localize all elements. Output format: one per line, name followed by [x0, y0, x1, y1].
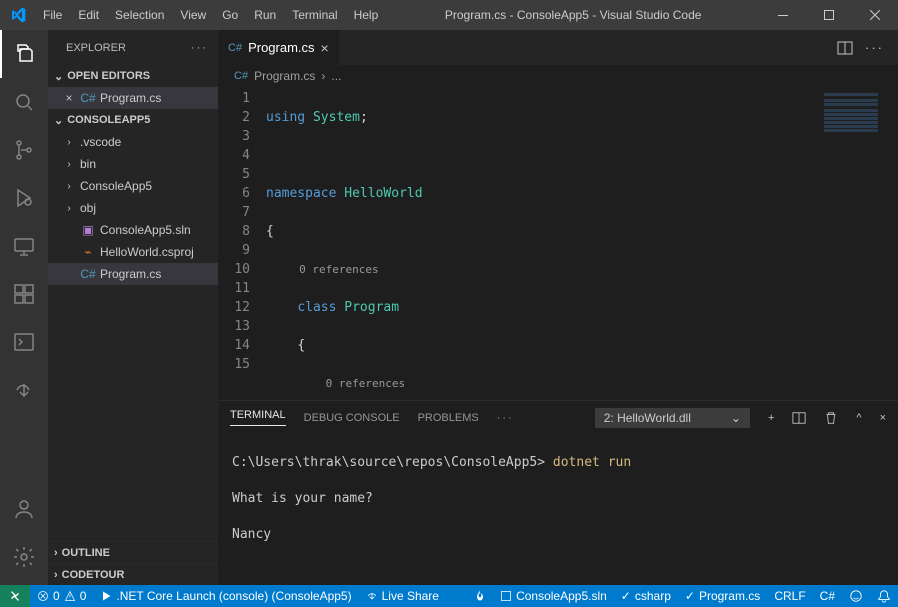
status-launch-config[interactable]: .NET Core Launch (console) (ConsoleApp5) — [93, 585, 358, 607]
status-feedback-icon[interactable] — [842, 585, 870, 607]
folder-bin[interactable]: ›bin — [48, 153, 218, 175]
settings-gear-icon[interactable] — [0, 533, 48, 581]
menu-selection[interactable]: Selection — [107, 0, 172, 30]
sidebar-title: EXPLORER — [66, 42, 126, 54]
status-bar: 0 0 .NET Core Launch (console) (ConsoleA… — [0, 585, 898, 607]
maximize-button[interactable] — [806, 0, 852, 30]
menu-bar: File Edit Selection View Go Run Terminal… — [35, 0, 386, 30]
csproj-file-icon: ⌁ — [80, 245, 96, 259]
terminal-selector[interactable]: 2: HelloWorld.dll⌄ — [595, 408, 750, 428]
editor-tabs: C# Program.cs × ··· — [218, 30, 898, 65]
split-editor-icon[interactable] — [837, 40, 853, 56]
status-notifications-icon[interactable] — [870, 585, 898, 607]
source-control-icon[interactable] — [0, 126, 48, 174]
status-sln[interactable]: ConsoleApp5.sln — [493, 585, 614, 607]
chevron-down-icon: ⌄ — [54, 114, 63, 127]
explorer-sidebar: EXPLORER ··· ⌄ OPEN EDITORS × C# Program… — [48, 30, 218, 585]
activity-bar — [0, 30, 48, 585]
csharp-file-icon: C# — [234, 70, 248, 82]
panel-tab-problems[interactable]: PROBLEMS — [418, 412, 479, 424]
status-liveshare[interactable]: Live Share — [359, 585, 446, 607]
chevron-right-icon: › — [62, 181, 76, 192]
extensions-icon[interactable] — [0, 270, 48, 318]
editor-area: C# Program.cs × ··· C# Program.cs › ... … — [218, 30, 898, 585]
menu-file[interactable]: File — [35, 0, 70, 30]
tab-programcs[interactable]: C# Program.cs × — [218, 30, 339, 65]
kill-terminal-icon[interactable] — [824, 411, 838, 425]
run-debug-icon[interactable] — [0, 174, 48, 222]
menu-edit[interactable]: Edit — [70, 0, 107, 30]
menu-go[interactable]: Go — [214, 0, 246, 30]
line-gutter: 1 2 3 4 5 6 7 8 9 10 11 12 13 14 15 — [218, 87, 266, 400]
menu-run[interactable]: Run — [246, 0, 284, 30]
outline-header[interactable]: ›OUTLINE — [48, 541, 218, 563]
status-eol[interactable]: CRLF — [767, 585, 812, 607]
chevron-right-icon: › — [62, 203, 76, 214]
close-tab-icon[interactable]: × — [321, 40, 329, 56]
bottom-panel: TERMINAL DEBUG CONSOLE PROBLEMS ··· 2: H… — [218, 400, 898, 585]
workspace-header[interactable]: ⌄ CONSOLEAPP5 — [48, 109, 218, 131]
chevron-down-icon: ⌄ — [731, 411, 741, 425]
minimize-button[interactable] — [760, 0, 806, 30]
search-icon[interactable] — [0, 78, 48, 126]
accounts-icon[interactable] — [0, 485, 48, 533]
minimap[interactable] — [818, 87, 898, 400]
close-button[interactable] — [852, 0, 898, 30]
panel-more-icon[interactable]: ··· — [497, 412, 514, 424]
sln-file-icon: ▣ — [80, 223, 96, 237]
status-language[interactable]: C# — [813, 585, 842, 607]
window-title: Program.cs - ConsoleApp5 - Visual Studio… — [386, 8, 760, 22]
file-csproj[interactable]: ⌁HelloWorld.csproj — [48, 241, 218, 263]
close-icon[interactable]: × — [62, 91, 76, 105]
chevron-right-icon: › — [54, 547, 58, 559]
share-icon[interactable] — [0, 366, 48, 414]
status-file[interactable]: ✓ Program.cs — [678, 585, 767, 607]
titlebar: File Edit Selection View Go Run Terminal… — [0, 0, 898, 30]
terminal-panel-icon[interactable] — [0, 318, 48, 366]
panel-tab-debug-console[interactable]: DEBUG CONSOLE — [304, 412, 400, 424]
chevron-right-icon: › — [62, 159, 76, 170]
menu-terminal[interactable]: Terminal — [284, 0, 345, 30]
split-terminal-icon[interactable] — [792, 411, 806, 425]
chevron-down-icon: ⌄ — [54, 70, 63, 83]
csharp-file-icon: C# — [80, 91, 96, 105]
status-csharp[interactable]: ✓ csharp — [614, 585, 678, 607]
chevron-right-icon: › — [62, 137, 76, 148]
status-errors[interactable]: 0 0 — [30, 585, 93, 607]
menu-help[interactable]: Help — [346, 0, 387, 30]
open-editor-item[interactable]: × C# Program.cs — [48, 87, 218, 109]
new-terminal-icon[interactable]: + — [768, 412, 774, 424]
codetour-header[interactable]: ›CODETOUR — [48, 563, 218, 585]
remote-explorer-icon[interactable] — [0, 222, 48, 270]
file-programcs[interactable]: C#Program.cs — [48, 263, 218, 285]
folder-vscode[interactable]: ›.vscode — [48, 131, 218, 153]
sidebar-more-icon[interactable]: ··· — [191, 42, 208, 54]
chevron-right-icon: › — [54, 569, 58, 581]
csharp-file-icon: C# — [228, 42, 242, 54]
folder-obj[interactable]: ›obj — [48, 197, 218, 219]
vscode-icon — [0, 7, 35, 23]
panel-tab-terminal[interactable]: TERMINAL — [230, 409, 286, 426]
status-flame[interactable] — [467, 585, 493, 607]
open-editors-header[interactable]: ⌄ OPEN EDITORS — [48, 65, 218, 87]
file-sln[interactable]: ▣ConsoleApp5.sln — [48, 219, 218, 241]
folder-consoleapp5[interactable]: ›ConsoleApp5 — [48, 175, 218, 197]
code-editor[interactable]: using System; namespace HelloWorld { 0 r… — [266, 87, 818, 400]
more-actions-icon[interactable]: ··· — [865, 40, 884, 55]
explorer-icon[interactable] — [0, 30, 48, 78]
csharp-file-icon: C# — [80, 267, 96, 281]
breadcrumb[interactable]: C# Program.cs › ... — [218, 65, 898, 87]
maximize-panel-icon[interactable]: ^ — [856, 412, 861, 424]
menu-view[interactable]: View — [172, 0, 214, 30]
close-panel-icon[interactable]: × — [880, 412, 886, 424]
terminal-output[interactable]: C:\Users\thrak\source\repos\ConsoleApp5>… — [218, 434, 898, 585]
remote-indicator[interactable] — [0, 585, 30, 607]
